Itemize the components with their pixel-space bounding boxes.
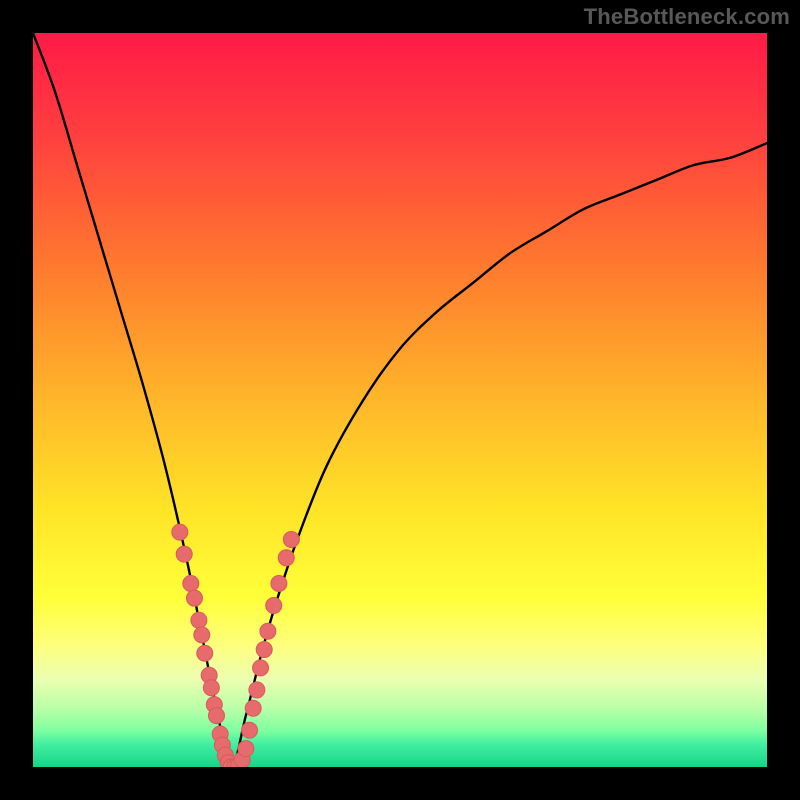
curve-marker bbox=[256, 642, 272, 658]
curve-marker bbox=[249, 682, 265, 698]
chart-svg bbox=[33, 33, 767, 767]
curve-marker bbox=[172, 524, 188, 540]
curve-marker bbox=[176, 546, 192, 562]
marker-group bbox=[172, 524, 300, 767]
curve-marker bbox=[203, 680, 219, 696]
curve-marker bbox=[209, 708, 225, 724]
curve-marker bbox=[283, 531, 299, 547]
curve-marker bbox=[197, 645, 213, 661]
curve-marker bbox=[194, 627, 210, 643]
bottleneck-curve bbox=[33, 33, 767, 767]
curve-marker bbox=[238, 741, 254, 757]
curve-marker bbox=[253, 660, 269, 676]
curve-marker bbox=[266, 598, 282, 614]
curve-marker bbox=[242, 722, 258, 738]
plot-area bbox=[33, 33, 767, 767]
curve-marker bbox=[271, 576, 287, 592]
curve-marker bbox=[278, 550, 294, 566]
curve-marker bbox=[183, 576, 199, 592]
curve-marker bbox=[260, 623, 276, 639]
curve-marker bbox=[186, 590, 202, 606]
watermark-text: TheBottleneck.com bbox=[584, 4, 790, 30]
outer-frame: TheBottleneck.com bbox=[0, 0, 800, 800]
curve-marker bbox=[245, 700, 261, 716]
curve-marker bbox=[191, 612, 207, 628]
